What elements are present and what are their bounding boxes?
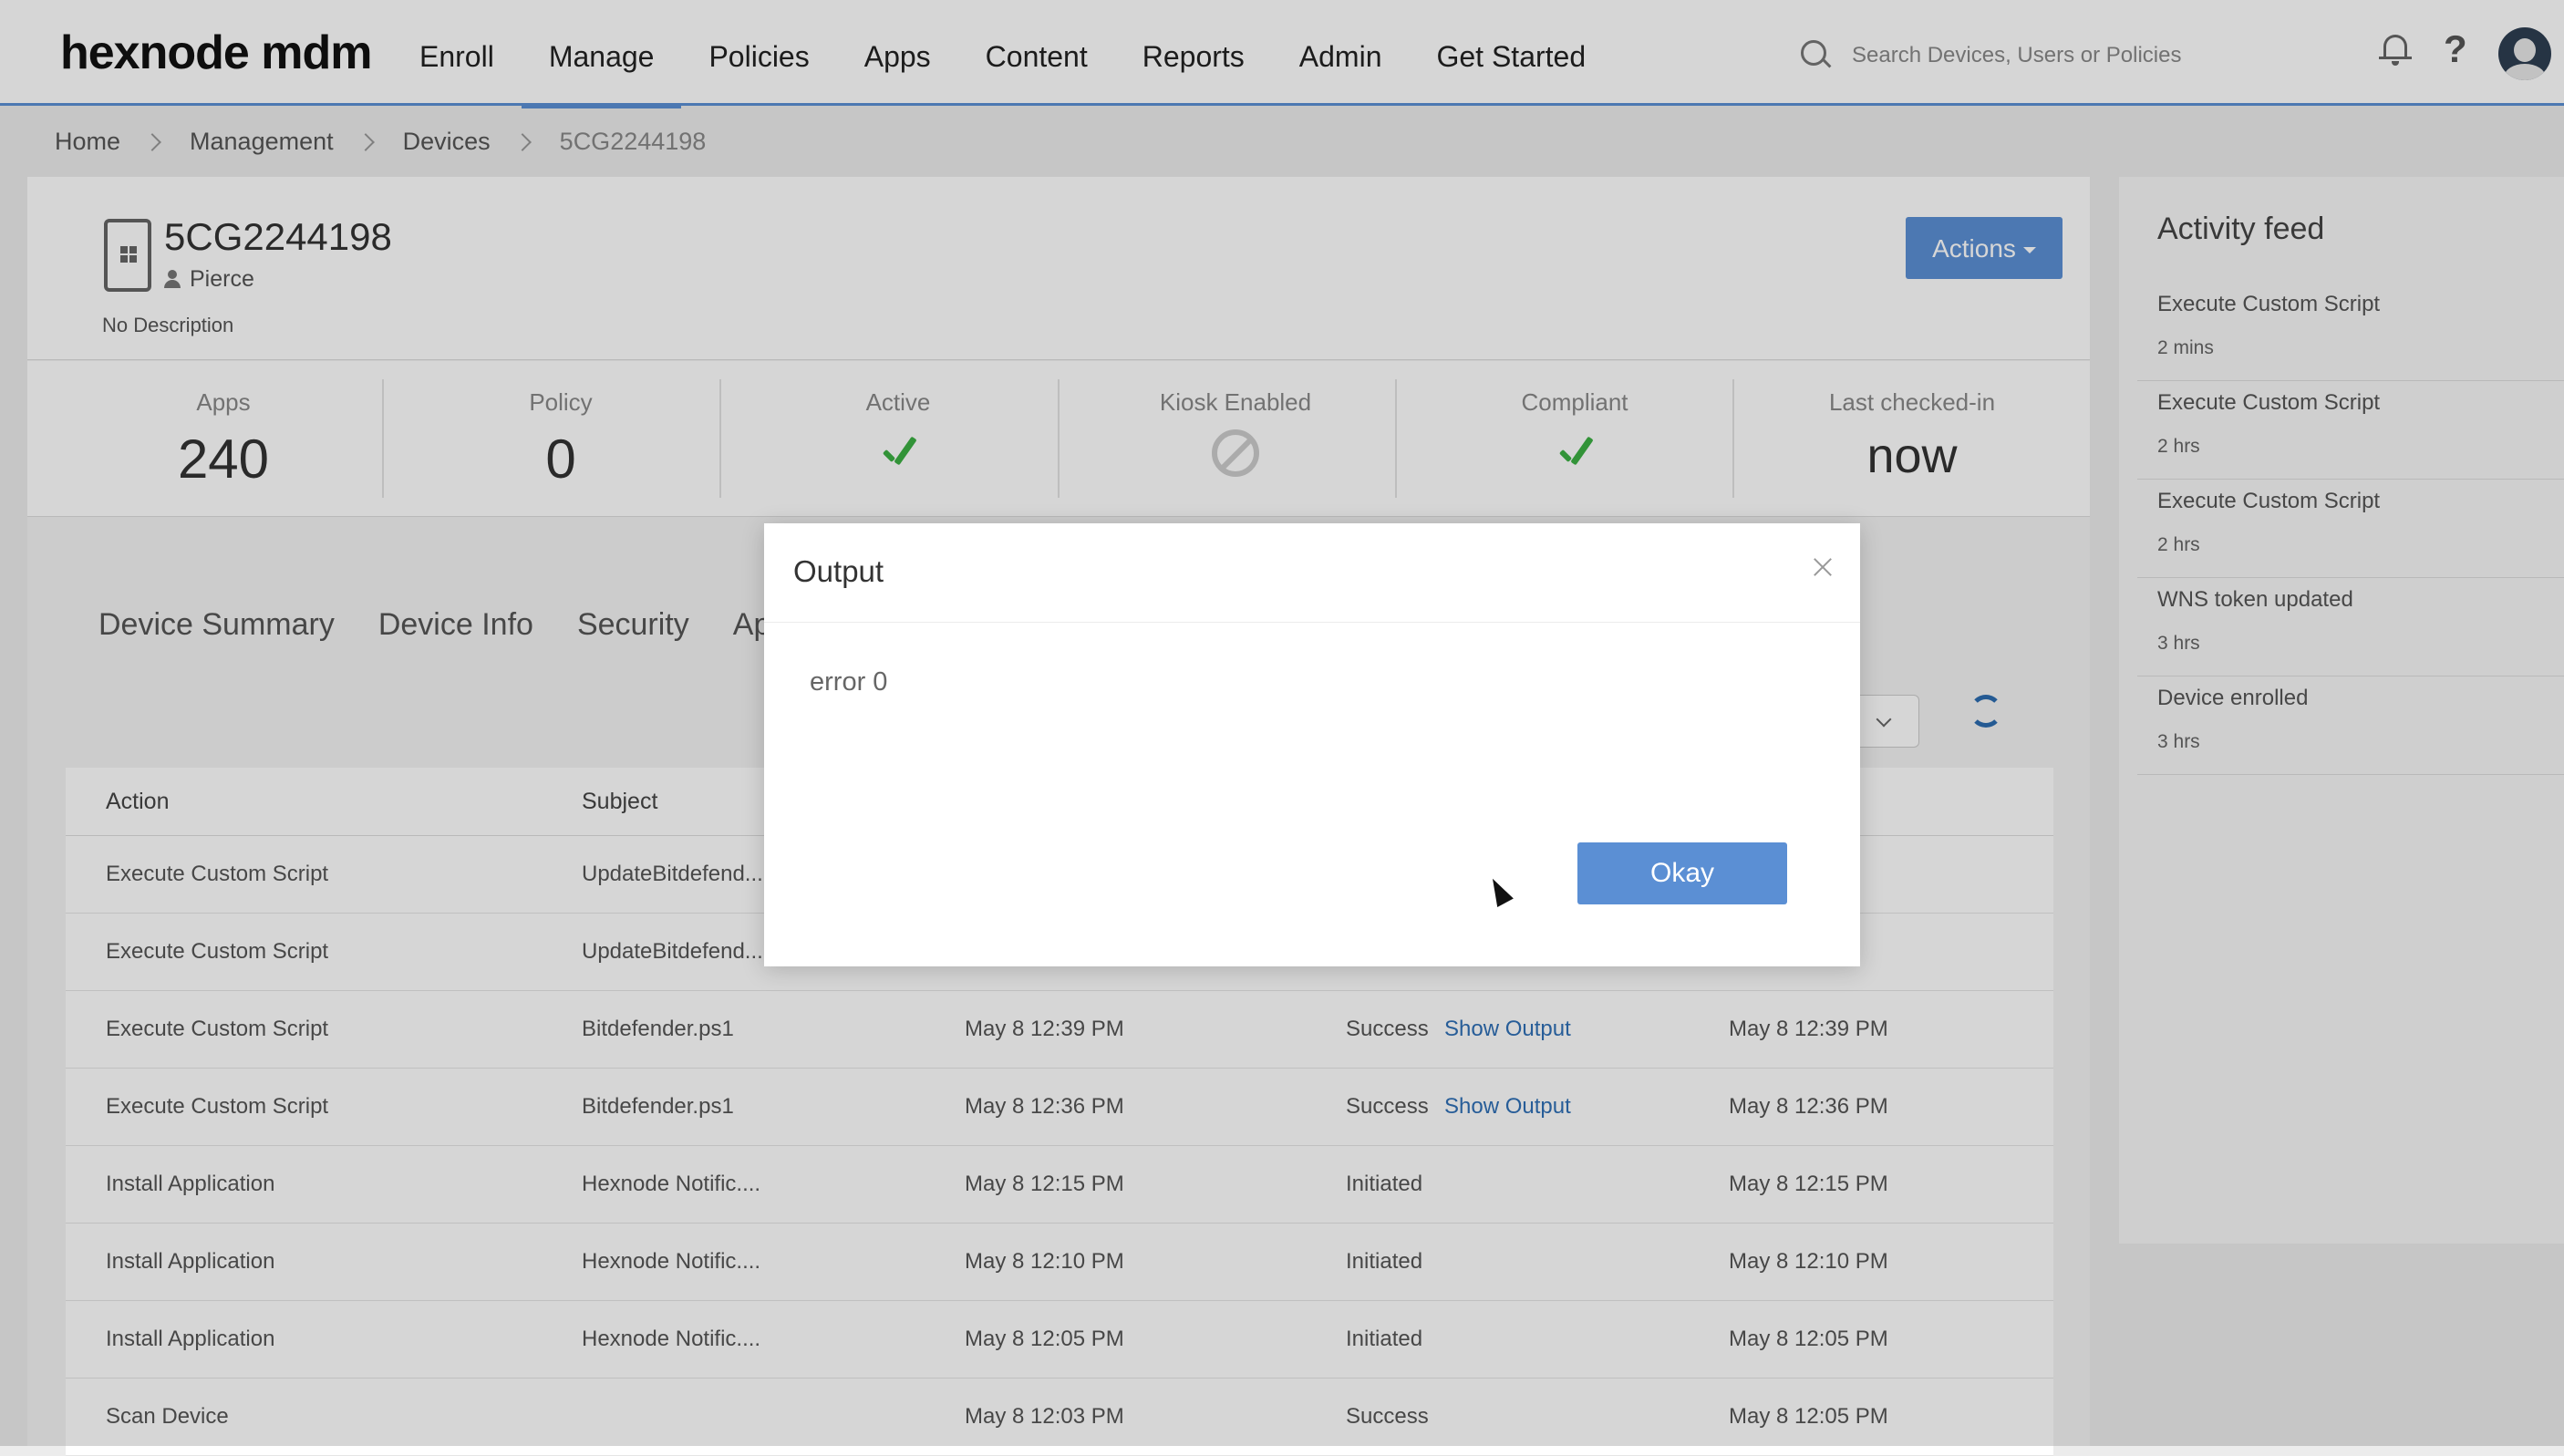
modal-output-text: error 0 [810, 667, 888, 697]
okay-button[interactable]: Okay [1577, 842, 1787, 904]
modal-title: Output [793, 554, 884, 588]
output-modal: Output error 0 Okay [764, 523, 1860, 966]
close-icon[interactable] [1809, 554, 1836, 582]
modal-header: Output [764, 523, 1860, 623]
